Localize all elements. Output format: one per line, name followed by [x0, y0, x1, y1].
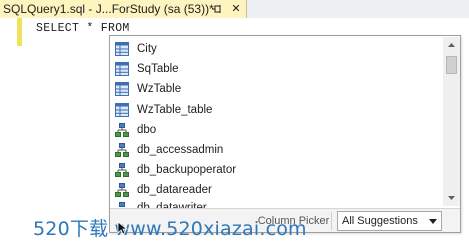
suggestion-label: WzTable	[137, 83, 182, 96]
suggestion-item[interactable]: dbo	[110, 120, 442, 140]
suggestion-item[interactable]: db_backupoperator	[110, 160, 442, 180]
chevron-down-icon	[429, 219, 437, 224]
change-margin-indicator	[17, 18, 22, 46]
schema-icon	[115, 183, 129, 198]
mouse-cursor-icon	[117, 221, 129, 235]
suggestion-item[interactable]: WzTable_table	[110, 100, 442, 120]
schema-icon	[115, 163, 129, 178]
intellisense-popup[interactable]: City SqTable WzTable WzTable_table dbo d…	[109, 35, 461, 233]
document-tab[interactable]: SQLQuery1.sql - J...ForStudy (sa (53))* …	[0, 0, 247, 18]
pin-icon[interactable]	[211, 3, 223, 15]
document-tab-title: SQLQuery1.sql - J...ForStudy (sa (53))*	[3, 2, 214, 16]
scroll-up-arrow-icon[interactable]	[443, 37, 460, 53]
vertical-scrollbar[interactable]	[443, 37, 460, 206]
suggestion-filter-dropdown[interactable]: All Suggestions	[337, 211, 442, 231]
suggestion-item[interactable]: WzTable	[110, 79, 442, 99]
suggestion-label: WzTable_table	[137, 103, 213, 116]
table-icon	[115, 82, 129, 97]
suggestion-item[interactable]: SqTable	[110, 59, 442, 79]
schema-icon	[115, 143, 129, 158]
table-icon	[115, 102, 129, 117]
code-line[interactable]: SELECT * FROM	[36, 22, 130, 35]
suggestion-item[interactable]: db_datareader	[110, 180, 442, 200]
suggestion-label: db_backupoperator	[137, 164, 237, 177]
suggestion-list: City SqTable WzTable WzTable_table dbo d…	[110, 39, 442, 209]
document-tab-strip: SQLQuery1.sql - J...ForStudy (sa (53))* …	[0, 0, 469, 18]
suggestion-label: SqTable	[137, 63, 179, 76]
suggestion-label: dbo	[137, 123, 157, 136]
suggestion-item[interactable]: City	[110, 39, 442, 59]
suggestion-label: City	[137, 43, 157, 56]
schema-icon	[115, 122, 129, 137]
table-icon	[115, 42, 129, 57]
watermark-text: 520下载 www.520xiazai.com	[33, 218, 307, 240]
suggestion-item[interactable]: db_accessadmin	[110, 140, 442, 160]
scroll-down-arrow-icon[interactable]	[443, 190, 460, 206]
scrollbar-thumb[interactable]	[446, 56, 457, 74]
suggestion-filter-label: All Suggestions	[342, 215, 418, 227]
table-icon	[115, 62, 129, 77]
close-icon[interactable]: ✕	[229, 2, 243, 16]
suggestion-label: db_datareader	[137, 184, 212, 197]
suggestion-label: db_accessadmin	[137, 144, 224, 157]
